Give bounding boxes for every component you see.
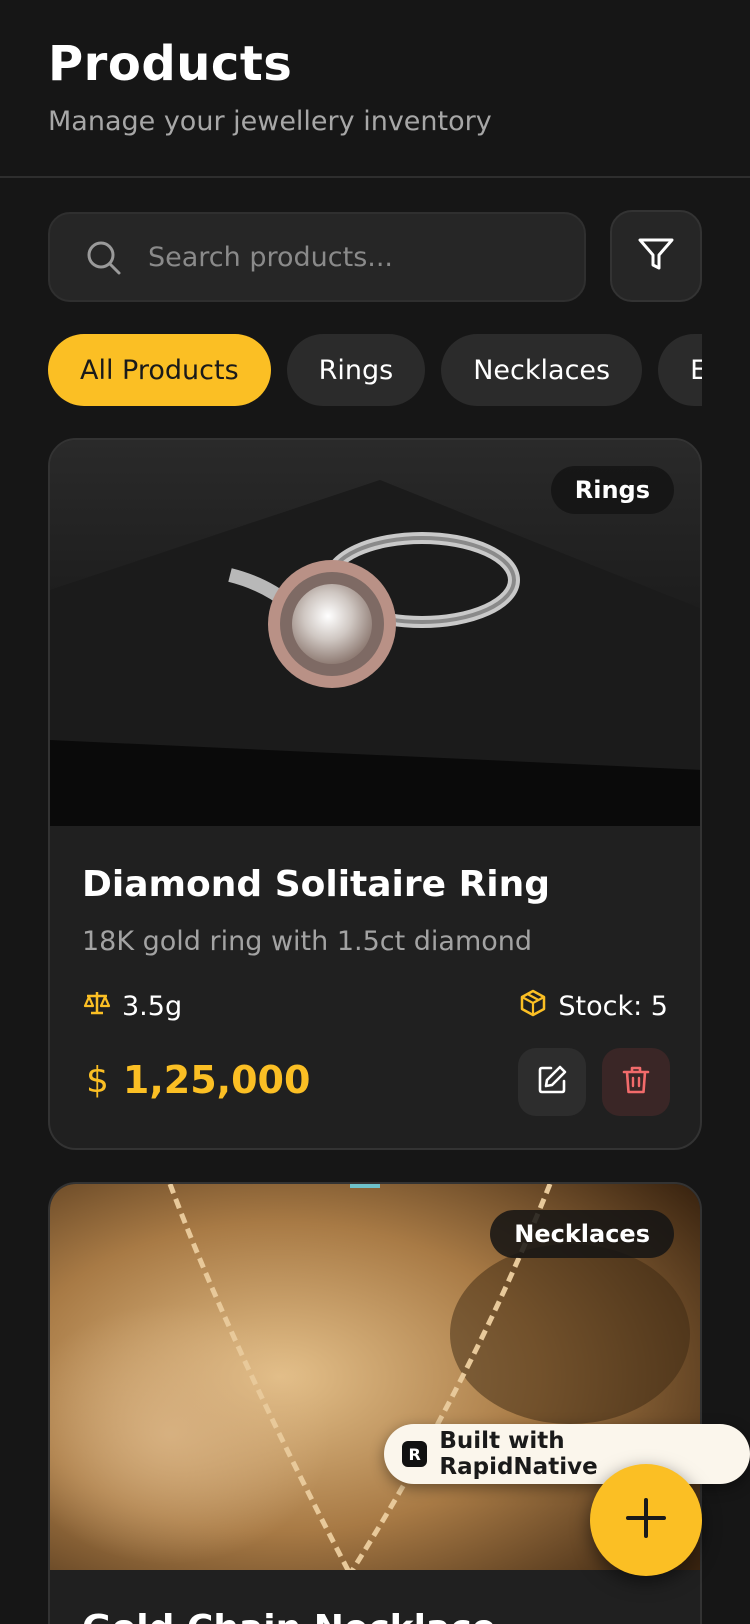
add-product-button[interactable] bbox=[590, 1464, 702, 1576]
chip-necklaces[interactable]: Necklaces bbox=[441, 334, 643, 406]
category-badge: Necklaces bbox=[490, 1210, 674, 1258]
product-weight: 3.5g bbox=[82, 988, 182, 1025]
product-stock: Stock: 5 bbox=[518, 988, 668, 1025]
category-filter-bar: All Products Rings Necklaces Earrings bbox=[48, 334, 702, 406]
edit-button[interactable] bbox=[518, 1048, 586, 1116]
page-header: Products Manage your jewellery inventory bbox=[0, 0, 750, 178]
search-bar[interactable] bbox=[48, 212, 586, 302]
trash-icon bbox=[619, 1063, 653, 1101]
scale-icon bbox=[82, 988, 112, 1025]
built-with-label: Built with RapidNative bbox=[439, 1428, 598, 1480]
price-value: 1,25,000 bbox=[122, 1058, 311, 1102]
plus-icon bbox=[622, 1494, 670, 1546]
stock-value: Stock: 5 bbox=[558, 991, 668, 1022]
search-icon bbox=[84, 238, 124, 278]
product-image-ring: Rings bbox=[50, 440, 700, 826]
product-card[interactable]: Rings Diamond Solitaire Ring 18K gold ri… bbox=[48, 438, 702, 1150]
page-subtitle: Manage your jewellery inventory bbox=[48, 106, 492, 137]
delete-button[interactable] bbox=[602, 1048, 670, 1116]
search-input[interactable] bbox=[148, 214, 568, 300]
product-name: Gold Chain Necklace bbox=[82, 1608, 496, 1624]
edit-icon bbox=[535, 1063, 569, 1101]
page-title: Products bbox=[48, 36, 293, 92]
weight-value: 3.5g bbox=[122, 991, 183, 1022]
chip-earrings[interactable]: Earrings bbox=[658, 334, 702, 406]
category-badge: Rings bbox=[550, 466, 674, 514]
product-description: 18K gold ring with 1.5ct diamond bbox=[82, 926, 533, 957]
filter-button[interactable] bbox=[610, 210, 702, 302]
chip-all-products[interactable]: All Products bbox=[48, 334, 271, 406]
chip-rings[interactable]: Rings bbox=[286, 334, 426, 406]
built-with-badge[interactable]: R Built with RapidNative bbox=[384, 1424, 750, 1484]
filter-icon bbox=[636, 234, 676, 278]
product-price: $ 1,25,000 bbox=[86, 1058, 310, 1102]
rapidnative-logo-icon: R bbox=[402, 1441, 428, 1467]
package-icon bbox=[518, 988, 548, 1025]
currency-symbol: $ bbox=[86, 1059, 109, 1101]
product-name: Diamond Solitaire Ring bbox=[82, 864, 551, 905]
products-screen: Products Manage your jewellery inventory… bbox=[0, 0, 750, 1624]
